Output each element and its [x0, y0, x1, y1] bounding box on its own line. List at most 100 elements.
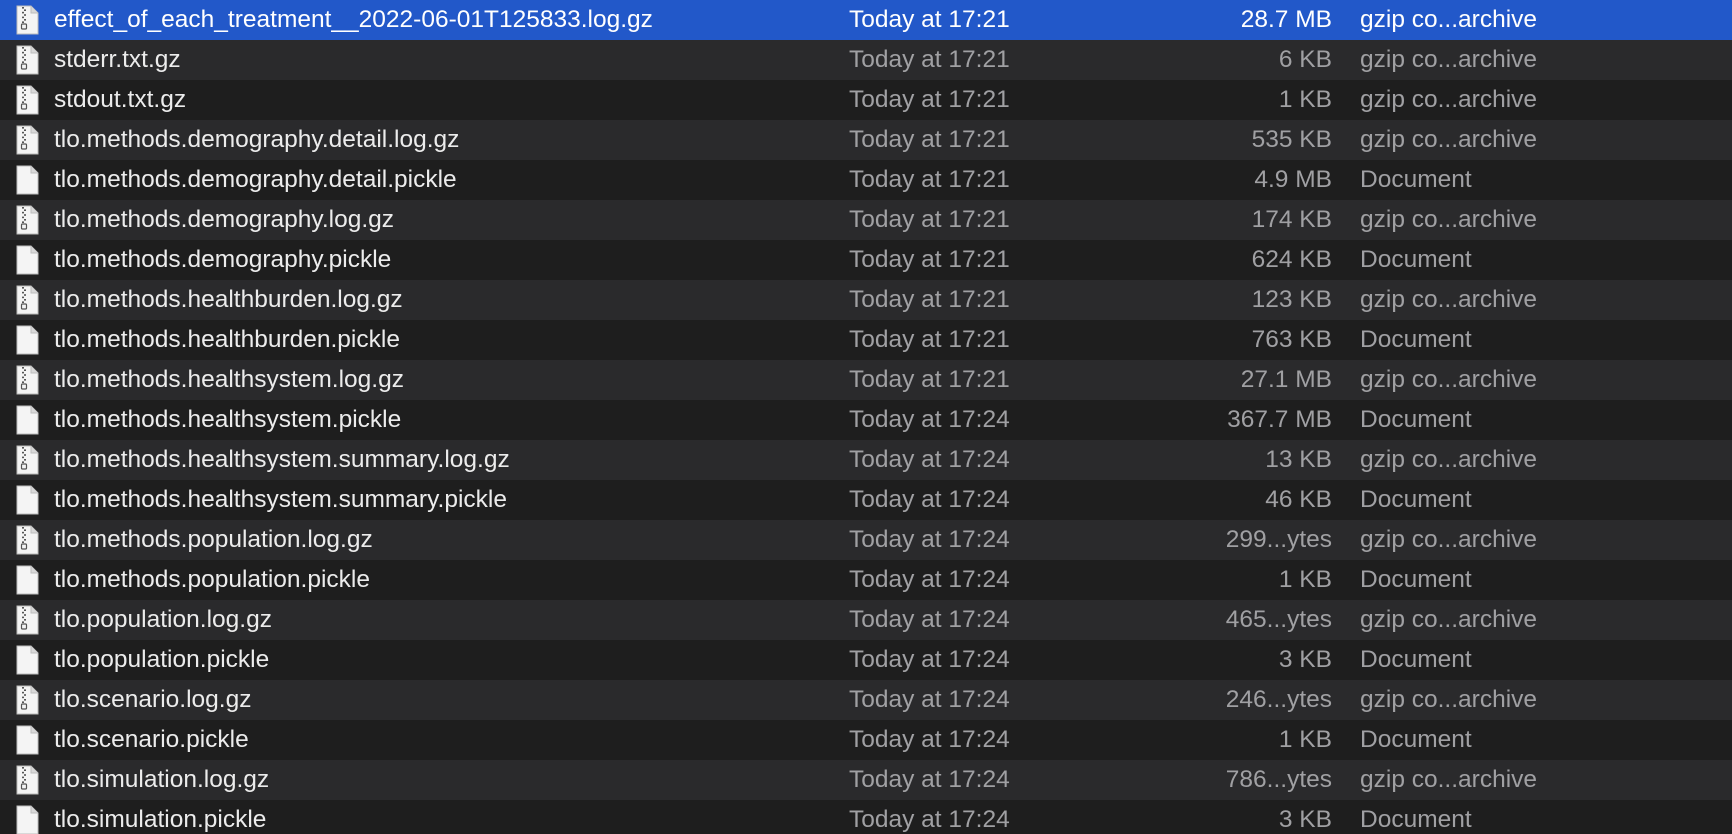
file-name: tlo.methods.population.log.gz: [54, 526, 373, 553]
file-kind: Document: [1360, 486, 1472, 513]
file-kind: gzip co...archive: [1360, 366, 1538, 393]
document-icon: [14, 405, 40, 435]
file-date-modified: Today at 17:21: [849, 206, 1010, 233]
file-row[interactable]: tlo.methods.population.log.gz Today at 17…: [0, 520, 1732, 560]
zip-archive-icon: [14, 685, 40, 715]
file-size: 367.7 MB: [1227, 406, 1332, 433]
file-row[interactable]: tlo.methods.demography.detail.pickle Toda…: [0, 160, 1732, 200]
file-list: effect_of_each_treatment__2022-06-01T125…: [0, 0, 1732, 834]
file-size: 246...ytes: [1225, 686, 1332, 713]
zip-archive-icon: [14, 525, 40, 555]
file-kind: Document: [1360, 806, 1472, 833]
file-kind: gzip co...archive: [1360, 286, 1538, 313]
document-icon: [14, 565, 40, 595]
document-icon: [14, 485, 40, 515]
file-size: 786...ytes: [1225, 766, 1332, 793]
file-kind: Document: [1360, 166, 1472, 193]
file-size: 174 KB: [1251, 206, 1332, 233]
file-name: tlo.scenario.pickle: [54, 726, 249, 753]
file-row[interactable]: tlo.methods.demography.log.gz Today at 17…: [0, 200, 1732, 240]
file-row[interactable]: stdout.txt.gz Today at 17:21 1 KB gzip co..…: [0, 80, 1732, 120]
zip-archive-icon: [14, 765, 40, 795]
file-row[interactable]: tlo.methods.population.pickle Today at 17…: [0, 560, 1732, 600]
file-date-modified: Today at 17:24: [849, 806, 1010, 833]
document-icon: [14, 325, 40, 355]
file-row[interactable]: tlo.population.log.gz Today at 17:24 465..…: [0, 600, 1732, 640]
file-kind: gzip co...archive: [1360, 126, 1538, 153]
file-size: 6 KB: [1278, 46, 1332, 73]
file-row[interactable]: tlo.simulation.pickle Today at 17:24 3 KB D…: [0, 800, 1732, 834]
file-kind: Document: [1360, 646, 1472, 673]
zip-archive-icon: [14, 85, 40, 115]
file-date-modified: Today at 17:21: [849, 46, 1010, 73]
file-row[interactable]: tlo.methods.healthsystem.log.gz Today at …: [0, 360, 1732, 400]
file-size: 3 KB: [1278, 806, 1332, 833]
file-size: 28.7 MB: [1240, 6, 1332, 33]
file-kind: Document: [1360, 406, 1472, 433]
file-row[interactable]: tlo.scenario.log.gz Today at 17:24 246...y…: [0, 680, 1732, 720]
file-date-modified: Today at 17:24: [849, 446, 1010, 473]
file-row[interactable]: tlo.methods.healthsystem.summary.pickle T…: [0, 480, 1732, 520]
file-date-modified: Today at 17:24: [849, 526, 1010, 553]
file-date-modified: Today at 17:24: [849, 726, 1010, 753]
file-date-modified: Today at 17:21: [849, 6, 1010, 33]
file-row[interactable]: tlo.methods.healthburden.log.gz Today at …: [0, 280, 1732, 320]
file-date-modified: Today at 17:21: [849, 366, 1010, 393]
file-kind: gzip co...archive: [1360, 46, 1538, 73]
zip-archive-icon: [14, 285, 40, 315]
file-date-modified: Today at 17:24: [849, 606, 1010, 633]
file-name: stderr.txt.gz: [54, 46, 181, 73]
file-size: 1 KB: [1278, 86, 1332, 113]
file-size: 1 KB: [1278, 726, 1332, 753]
file-row[interactable]: tlo.methods.demography.detail.log.gz Toda…: [0, 120, 1732, 160]
file-date-modified: Today at 17:21: [849, 86, 1010, 113]
file-kind: gzip co...archive: [1360, 606, 1538, 633]
file-name: stdout.txt.gz: [54, 86, 187, 113]
zip-archive-icon: [14, 445, 40, 475]
file-name: tlo.population.pickle: [54, 646, 270, 673]
zip-archive-icon: [14, 365, 40, 395]
file-kind: gzip co...archive: [1360, 446, 1538, 473]
file-date-modified: Today at 17:21: [849, 286, 1010, 313]
file-name: tlo.methods.healthsystem.summary.log.gz: [54, 446, 510, 473]
file-size: 1 KB: [1278, 566, 1332, 593]
file-size: 465...ytes: [1225, 606, 1332, 633]
file-size: 299...ytes: [1225, 526, 1332, 553]
file-size: 27.1 MB: [1240, 366, 1332, 393]
document-icon: [14, 165, 40, 195]
file-size: 763 KB: [1251, 326, 1332, 353]
file-size: 624 KB: [1251, 246, 1332, 273]
file-row[interactable]: tlo.methods.healthsystem.summary.log.gz T…: [0, 440, 1732, 480]
file-name: tlo.methods.demography.pickle: [54, 246, 392, 273]
file-row[interactable]: tlo.methods.demography.pickle Today at 17…: [0, 240, 1732, 280]
file-row[interactable]: tlo.methods.healthsystem.pickle Today at …: [0, 400, 1732, 440]
zip-archive-icon: [14, 5, 40, 35]
file-row[interactable]: tlo.simulation.log.gz Today at 17:24 786..…: [0, 760, 1732, 800]
file-row[interactable]: tlo.scenario.pickle Today at 17:24 1 KB Doc…: [0, 720, 1732, 760]
file-name: tlo.methods.healthsystem.pickle: [54, 406, 402, 433]
file-row[interactable]: effect_of_each_treatment__2022-06-01T125…: [0, 0, 1732, 40]
zip-archive-icon: [14, 125, 40, 155]
file-date-modified: Today at 17:24: [849, 646, 1010, 673]
file-name: tlo.methods.healthsystem.summary.pickle: [54, 486, 507, 513]
file-name: tlo.simulation.pickle: [54, 806, 267, 833]
file-kind: gzip co...archive: [1360, 86, 1538, 113]
zip-archive-icon: [14, 205, 40, 235]
file-size: 3 KB: [1278, 646, 1332, 673]
document-icon: [14, 805, 40, 834]
file-name: tlo.scenario.log.gz: [54, 686, 252, 713]
file-date-modified: Today at 17:24: [849, 566, 1010, 593]
file-name: tlo.methods.healthsystem.log.gz: [54, 366, 404, 393]
file-row[interactable]: stderr.txt.gz Today at 17:21 6 KB gzip co..…: [0, 40, 1732, 80]
file-date-modified: Today at 17:21: [849, 126, 1010, 153]
zip-archive-icon: [14, 45, 40, 75]
zip-archive-icon: [14, 605, 40, 635]
file-kind: gzip co...archive: [1360, 766, 1538, 793]
file-row[interactable]: tlo.population.pickle Today at 17:24 3 KB D…: [0, 640, 1732, 680]
file-row[interactable]: tlo.methods.healthburden.pickle Today at …: [0, 320, 1732, 360]
file-size: 46 KB: [1265, 486, 1332, 513]
file-name: tlo.methods.healthburden.pickle: [54, 326, 400, 353]
file-date-modified: Today at 17:21: [849, 246, 1010, 273]
file-kind: Document: [1360, 246, 1472, 273]
file-kind: gzip co...archive: [1360, 526, 1538, 553]
